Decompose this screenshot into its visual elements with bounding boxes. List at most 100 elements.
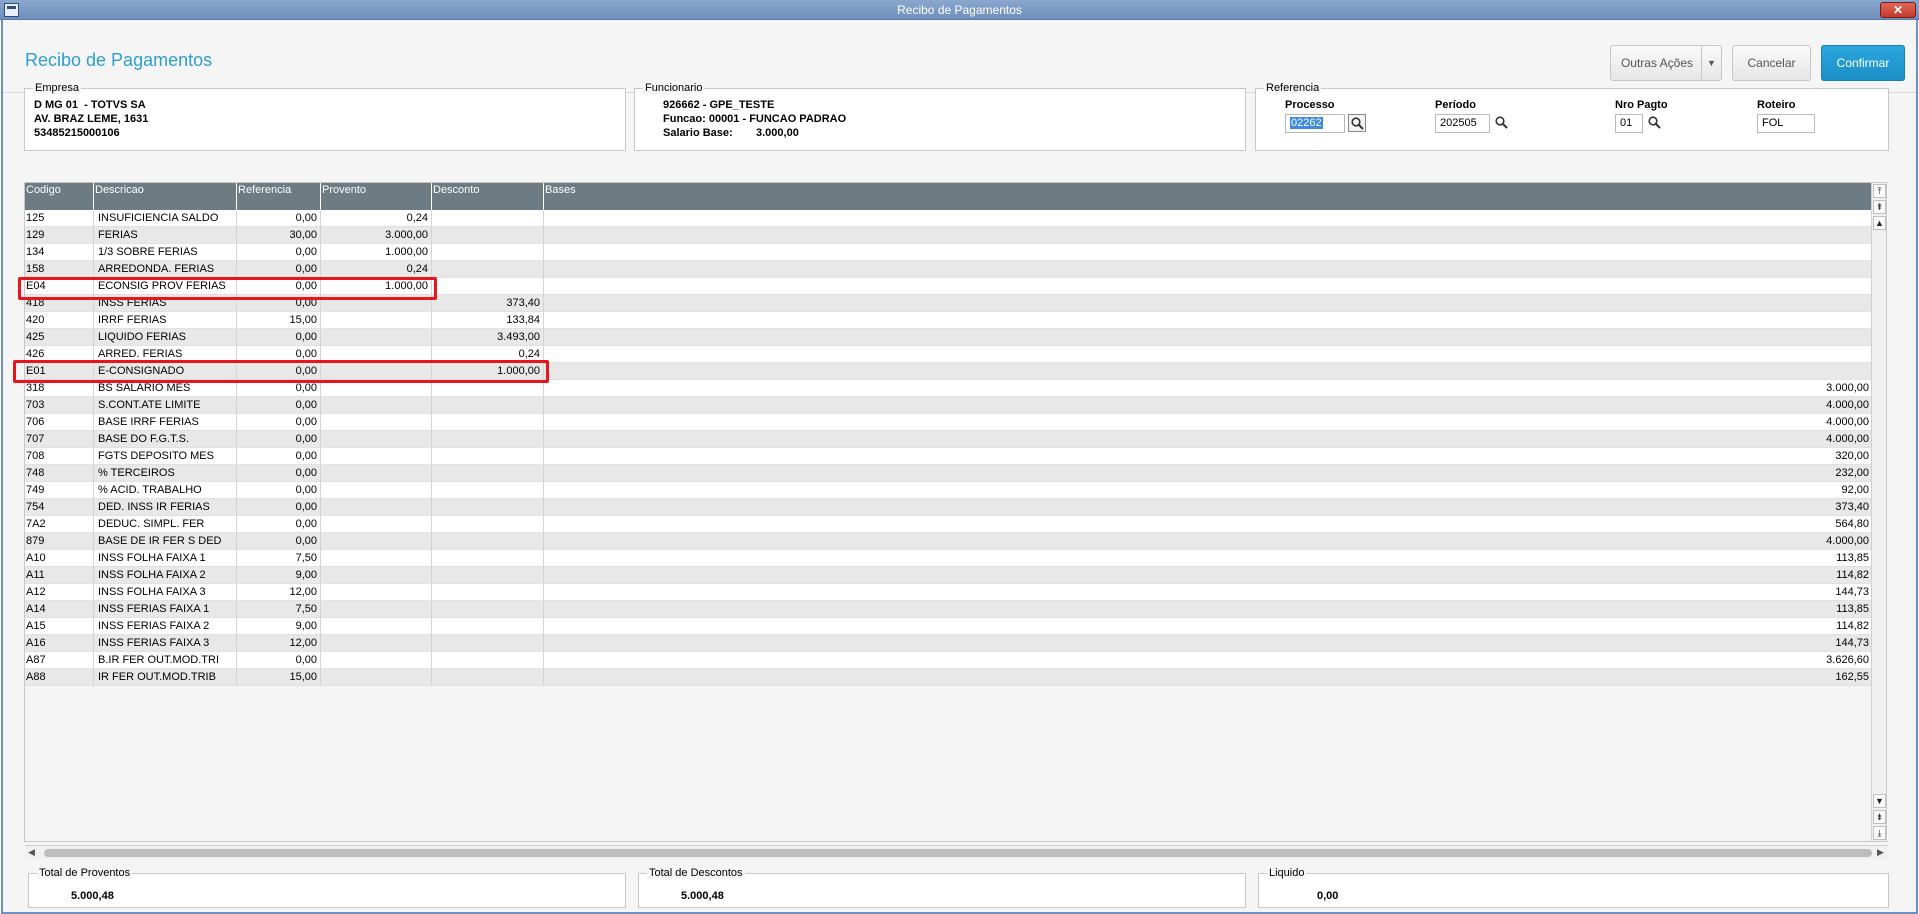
cell-codigo: 707: [25, 431, 94, 448]
cell-descricao: INSS FERIAS FAIXA 3: [94, 635, 237, 652]
cell-desconto: [432, 669, 544, 686]
cell-provento: [321, 363, 432, 380]
col-header-desconto[interactable]: Desconto: [432, 183, 544, 210]
cell-bases: [544, 329, 1871, 346]
cell-provento: [321, 431, 432, 448]
cell-descricao: INSS FOLHA FAIXA 1: [94, 550, 237, 567]
roteiro-field[interactable]: FOL: [1757, 114, 1815, 133]
chevron-down-icon[interactable]: ▼: [1701, 46, 1721, 80]
nropagto-field[interactable]: 01: [1615, 114, 1643, 133]
vertical-scrollbar[interactable]: ⤒ ⇞ ▲ ▼ ⇟ ⤓: [1871, 183, 1886, 841]
cell-referencia: 0,00: [237, 465, 321, 482]
cell-bases: 3.000,00: [1826, 382, 1869, 394]
col-header-codigo[interactable]: Codigo: [25, 183, 94, 210]
scroll-page-down-icon[interactable]: ⇟: [1873, 810, 1886, 824]
table-row[interactable]: 318 BS SALARIO MES 0,00 3.000,00: [25, 380, 1871, 397]
window-titlebar: Recibo de Pagamentos ✕: [0, 0, 1919, 20]
table-row[interactable]: A88 IR FER OUT.MOD.TRIB 15,00 162,55: [25, 669, 1871, 686]
cell-codigo: 420: [25, 312, 94, 329]
search-icon[interactable]: [1493, 114, 1511, 132]
cell-provento: [321, 397, 432, 414]
horizontal-scroll-thumb[interactable]: [44, 849, 1872, 857]
col-header-provento[interactable]: Provento: [321, 183, 432, 210]
table-row[interactable]: 879 BASE DE IR FER S DED 0,00 4.000,00: [25, 533, 1871, 550]
cell-bases: [544, 261, 1871, 278]
table-row[interactable]: A11 INSS FOLHA FAIXA 2 9,00 114,82: [25, 567, 1871, 584]
table-row[interactable]: 708 FGTS DEPOSITO MES 0,00 320,00: [25, 448, 1871, 465]
table-row[interactable]: E01 E-CONSIGNADO 0,00 1.000,00: [25, 363, 1871, 380]
scroll-page-up-icon[interactable]: ⇞: [1873, 200, 1886, 214]
col-header-descricao[interactable]: Descricao: [94, 183, 237, 210]
search-icon[interactable]: [1646, 114, 1664, 132]
table-row[interactable]: 125 INSUFICIENCIA SALDO 0,00 0,24: [25, 210, 1871, 227]
cell-bases: 564,80: [1835, 518, 1869, 530]
cell-referencia: 0,00: [237, 482, 321, 499]
cell-referencia: 0,00: [237, 499, 321, 516]
cell-codigo: A16: [25, 635, 94, 652]
scroll-bottom-icon[interactable]: ⤓: [1873, 826, 1886, 840]
liquido-group: Liquido 0,00: [1258, 867, 1889, 908]
scroll-top-icon[interactable]: ⤒: [1873, 184, 1886, 198]
cell-desconto: 0,24: [432, 346, 544, 363]
cell-bases: [544, 244, 1871, 261]
cell-descricao: ARRED. FERIAS: [94, 346, 237, 363]
col-header-bases[interactable]: Bases: [544, 183, 1871, 210]
table-row[interactable]: 425 LIQUIDO FERIAS 0,00 3.493,00: [25, 329, 1871, 346]
scroll-left-icon[interactable]: ◀: [28, 847, 35, 858]
page-title: Recibo de Pagamentos: [25, 50, 213, 70]
cell-referencia: 0,00: [237, 414, 321, 431]
cell-provento: [321, 652, 432, 669]
table-row[interactable]: 426 ARRED. FERIAS 0,00 0,24: [25, 346, 1871, 363]
table-row[interactable]: A12 INSS FOLHA FAIXA 3 12,00 144,73: [25, 584, 1871, 601]
col-header-referencia[interactable]: Referencia: [237, 183, 321, 210]
cell-referencia: 0,00: [237, 278, 321, 295]
cell-referencia: 0,00: [237, 397, 321, 414]
confirm-button[interactable]: Confirmar: [1821, 45, 1905, 81]
table-row[interactable]: A15 INSS FERIAS FAIXA 2 9,00 114,82: [25, 618, 1871, 635]
cell-codigo: 418: [25, 295, 94, 312]
table-row[interactable]: A16 INSS FERIAS FAIXA 3 12,00 144,73: [25, 635, 1871, 652]
cell-provento: [321, 584, 432, 601]
table-row[interactable]: A14 INSS FERIAS FAIXA 1 7,50 113,85: [25, 601, 1871, 618]
periodo-field[interactable]: 202505: [1435, 114, 1490, 133]
cell-codigo: 426: [25, 346, 94, 363]
empresa-group: Empresa D MG 01 - TOTVS SA AV. BRAZ LEME…: [24, 82, 626, 151]
table-row[interactable]: 707 BASE DO F.G.T.S. 0,00 4.000,00: [25, 431, 1871, 448]
table-row[interactable]: 7A2 DEDUC. SIMPL. FER 0,00 564,80: [25, 516, 1871, 533]
cell-descricao: ECONSIG PROV FERIAS: [94, 278, 237, 295]
cell-bases: 3.626,60: [1826, 654, 1869, 666]
table-row[interactable]: A87 B.IR FER OUT.MOD.TRI 0,00 3.626,60: [25, 652, 1871, 669]
cell-provento: [321, 533, 432, 550]
cell-descricao: BS SALARIO MES: [94, 380, 237, 397]
cell-desconto: [432, 550, 544, 567]
cell-bases: 92,00: [1841, 484, 1869, 496]
table-row[interactable]: 703 S.CONT.ATE LIMITE 0,00 4.000,00: [25, 397, 1871, 414]
cell-codigo: 754: [25, 499, 94, 516]
cell-desconto: [432, 533, 544, 550]
cell-desconto: [432, 448, 544, 465]
total-descontos-label: Total de Descontos: [647, 867, 745, 879]
outras-acoes-button[interactable]: Outras Ações ▼: [1610, 45, 1722, 81]
table-row[interactable]: 420 IRRF FERIAS 15,00 133,84: [25, 312, 1871, 329]
table-row[interactable]: 129 FERIAS 30,00 3.000,00: [25, 227, 1871, 244]
table-row[interactable]: 158 ARREDONDA. FERIAS 0,00 0,24: [25, 261, 1871, 278]
cancel-button[interactable]: Cancelar: [1732, 45, 1811, 81]
scroll-up-icon[interactable]: ▲: [1873, 216, 1886, 230]
scroll-down-icon[interactable]: ▼: [1873, 794, 1886, 808]
cell-provento: [321, 567, 432, 584]
horizontal-scrollbar[interactable]: ◀ ▶: [25, 845, 1888, 859]
scroll-right-icon[interactable]: ▶: [1877, 847, 1884, 858]
table-row[interactable]: 134 1/3 SOBRE FERIAS 0,00 1.000,00: [25, 244, 1871, 261]
table-row[interactable]: 706 BASE IRRF FERIAS 0,00 4.000,00: [25, 414, 1871, 431]
table-row[interactable]: 754 DED. INSS IR FERIAS 0,00 373,40: [25, 499, 1871, 516]
close-icon[interactable]: ✕: [1880, 2, 1916, 18]
table-row[interactable]: 418 INSS FERIAS 0,00 373,40: [25, 295, 1871, 312]
table-row[interactable]: A10 INSS FOLHA FAIXA 1 7,50 113,85: [25, 550, 1871, 567]
table-row[interactable]: 749% ACID. TRABALHO 0,00 92,00: [25, 482, 1871, 499]
table-row[interactable]: E04 ECONSIG PROV FERIAS 0,00 1.000,00: [25, 278, 1871, 295]
outras-acoes-label: Outras Ações: [1620, 56, 1694, 70]
processo-field[interactable]: 02262: [1285, 114, 1345, 133]
funcionario-line1: 926662 - GPE_TESTE: [663, 99, 775, 111]
search-icon[interactable]: [1348, 114, 1366, 132]
table-row[interactable]: 748% TERCEIROS 0,00 232,00: [25, 465, 1871, 482]
